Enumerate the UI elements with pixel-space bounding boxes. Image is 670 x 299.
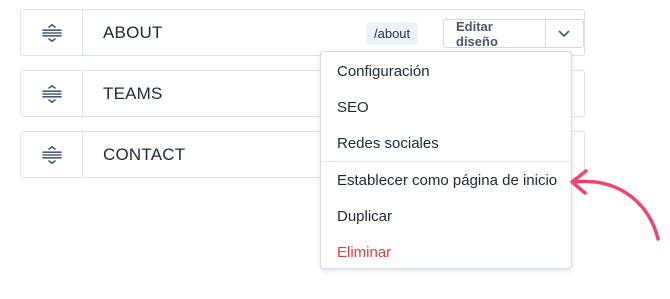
drag-handle-icon <box>41 84 62 103</box>
menu-item-configuracion[interactable]: Configuración <box>321 53 571 89</box>
dropdown-toggle-button[interactable] <box>546 20 583 47</box>
slug-badge: /about <box>366 22 419 45</box>
curved-arrow-icon <box>570 169 660 241</box>
drag-handle[interactable] <box>21 10 83 55</box>
edit-design-button[interactable]: Editar diseño <box>444 19 546 49</box>
pages-list-screen: ABOUT /about Editar diseño TEAMS CONTACT… <box>0 0 670 299</box>
page-options-menu: Configuración SEO Redes sociales Estable… <box>320 51 572 269</box>
page-title: CONTACT <box>103 144 186 164</box>
chevron-down-icon <box>559 30 570 37</box>
menu-item-redes-sociales[interactable]: Redes sociales <box>321 125 571 161</box>
drag-handle[interactable] <box>21 71 83 116</box>
page-title: ABOUT <box>103 22 163 42</box>
page-row-about: ABOUT /about Editar diseño <box>20 9 585 56</box>
edit-button-group: Editar diseño <box>443 19 584 49</box>
page-title: TEAMS <box>103 83 163 103</box>
drag-handle-icon <box>41 145 62 164</box>
menu-item-set-homepage[interactable]: Establecer como página de inicio <box>321 162 571 198</box>
menu-item-seo[interactable]: SEO <box>321 89 571 125</box>
menu-item-duplicar[interactable]: Duplicar <box>321 198 571 234</box>
drag-handle-icon <box>41 23 62 42</box>
drag-handle[interactable] <box>21 132 83 177</box>
menu-item-eliminar[interactable]: Eliminar <box>321 234 571 270</box>
